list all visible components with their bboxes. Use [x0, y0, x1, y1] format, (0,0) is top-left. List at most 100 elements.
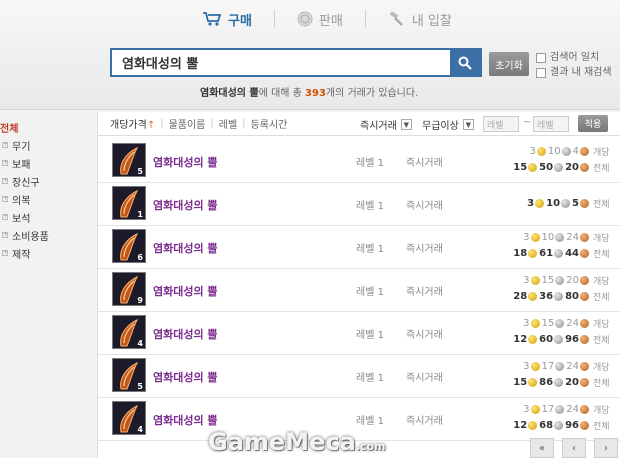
item-level: 레벨 1	[356, 330, 384, 341]
silver-coin-icon	[554, 378, 564, 387]
table-row[interactable]: 6 염화대성의 뿔 레벨 1 즉시거래 3 10 24 개당 18 61 44 전체	[98, 226, 620, 269]
price-value: 20	[565, 377, 579, 388]
item-thumbnail[interactable]: 1	[112, 186, 146, 220]
item-name[interactable]: 염화대성의 뿔	[153, 326, 218, 342]
item-thumbnail[interactable]: 5	[112, 143, 146, 177]
item-level: 레벨 1	[356, 373, 384, 384]
gold-coin-icon	[528, 378, 538, 387]
tab-sell-label: 판매	[318, 13, 343, 29]
gold-coin-icon	[528, 421, 538, 430]
sort-by-name[interactable]: 물품이름	[169, 116, 206, 131]
item-level: 레벨 1	[356, 287, 384, 298]
tab-my-bids[interactable]: 내 입찰	[366, 8, 474, 30]
table-row[interactable]: 1 염화대성의 뿔 레벨 1 즉시거래 3 10 5 전체	[98, 183, 620, 226]
silver-coin-icon	[554, 292, 564, 301]
price-label: 개당	[593, 277, 610, 287]
item-name[interactable]: 염화대성의 뿔	[153, 240, 218, 256]
sidebar-item-consumable[interactable]: + 소비용품	[0, 226, 95, 244]
price-value: 24	[566, 404, 579, 415]
tab-sell[interactable]: 판매	[275, 8, 365, 30]
item-level: 레벨 1	[356, 244, 384, 255]
item-name[interactable]: 염화대성의 뿔	[153, 283, 218, 299]
first-page-button[interactable]: «	[530, 438, 554, 458]
price-value: 3	[523, 232, 530, 243]
bronze-coin-icon	[580, 292, 589, 301]
tab-buy[interactable]: 구매	[180, 8, 274, 30]
total-price: 15 50 20 전체	[513, 161, 611, 174]
sidebar-item-label: 보석	[12, 213, 31, 225]
sort-by-price[interactable]: 개당가격↑	[110, 116, 155, 131]
item-quantity: 5	[137, 167, 143, 176]
bronze-coin-icon	[580, 163, 589, 172]
search-within-checkbox[interactable]: 결과 내 재검색	[536, 65, 612, 80]
table-row[interactable]: 5 염화대성의 뿔 레벨 1 즉시거래 3 17 24 개당 15 86 20 전체	[98, 355, 620, 398]
sidebar-item-gem[interactable]: + 보석	[0, 208, 95, 226]
bronze-coin-icon	[580, 233, 589, 242]
price-value: 17	[541, 404, 555, 415]
sidebar-item-label: 의복	[12, 195, 31, 207]
item-thumbnail[interactable]: 6	[112, 229, 146, 263]
sort-divider: |	[242, 118, 246, 129]
search-button[interactable]	[450, 50, 480, 75]
level-max-input[interactable]: 레벨	[533, 116, 569, 132]
sidebar-item-label: 소비용품	[12, 231, 49, 243]
item-name[interactable]: 염화대성의 뿔	[153, 412, 218, 428]
level-min-input[interactable]: 레벨	[483, 116, 519, 132]
price-value: 86	[539, 377, 554, 388]
sort-by-level[interactable]: 레벨	[219, 116, 237, 131]
item-thumbnail[interactable]: 9	[112, 272, 146, 306]
price-label: 개당	[593, 363, 610, 373]
gold-coin-icon	[528, 292, 538, 301]
sidebar-item-crafting[interactable]: + 제작	[0, 244, 95, 262]
item-name[interactable]: 염화대성의 뿔	[153, 369, 218, 385]
prev-page-button[interactable]: ‹	[562, 438, 586, 458]
price-value: 28	[513, 291, 528, 302]
item-level: 레벨 1	[356, 158, 384, 169]
table-row[interactable]: 4 염화대성의 뿔 레벨 1 즉시거래 3 15 24 개당 12 60 96 전체	[98, 312, 620, 355]
sort-by-time[interactable]: 등록시간	[251, 116, 288, 131]
price-value: 4	[572, 146, 579, 157]
price-value: 10	[541, 232, 555, 243]
trade-type-dropdown[interactable]: 즉시거래 ▼	[360, 117, 412, 132]
sidebar-item-treasure[interactable]: + 보패	[0, 154, 95, 172]
price-value: 3	[523, 404, 530, 415]
price-value: 3	[527, 198, 535, 209]
total-price: 12 68 96 전체	[513, 419, 611, 432]
total-price: 28 36 80 전체	[513, 290, 611, 303]
watermark-text: GameMeca	[208, 428, 356, 456]
exact-match-checkbox[interactable]: 검색어 일치	[536, 50, 612, 65]
total-price: 3 10 5 전체	[527, 197, 611, 210]
silver-coin-icon	[554, 421, 564, 430]
reset-button[interactable]: 초기화	[489, 52, 529, 76]
search-input[interactable]	[112, 50, 452, 75]
item-thumbnail[interactable]: 4	[112, 315, 146, 349]
bronze-coin-icon	[580, 335, 589, 344]
price-value: 15	[541, 318, 555, 329]
sidebar-item-weapon[interactable]: + 무기	[0, 136, 95, 154]
silver-coin-icon	[554, 163, 564, 172]
sidebar-item-clothing[interactable]: + 의복	[0, 190, 95, 208]
item-trade-type: 즉시거래	[406, 158, 443, 169]
total-price: 12 60 96 전체	[513, 333, 611, 346]
trade-tabs: 구매 판매 내 입찰	[180, 8, 474, 30]
next-page-button[interactable]: ›	[594, 438, 618, 458]
item-trade-type: 즉시거래	[406, 330, 443, 341]
sidebar-item-accessory[interactable]: + 장신구	[0, 172, 95, 190]
table-row[interactable]: 5 염화대성의 뿔 레벨 1 즉시거래 3 10 4 개당 15 50 20 전체	[98, 140, 620, 183]
item-name[interactable]: 염화대성의 뿔	[153, 197, 218, 213]
item-thumbnail[interactable]: 5	[112, 358, 146, 392]
total-price: 18 61 44 전체	[513, 247, 611, 260]
item-thumbnail[interactable]: 4	[112, 401, 146, 435]
search-icon	[458, 56, 472, 70]
grade-dropdown[interactable]: 무급이상 ▼	[422, 117, 474, 132]
sidebar-item-all[interactable]: 전체	[0, 118, 95, 136]
item-trade-type: 즉시거래	[406, 373, 443, 384]
item-quantity: 1	[137, 210, 143, 219]
bronze-coin-icon	[580, 276, 589, 285]
apply-button[interactable]: 적용	[578, 115, 608, 132]
table-row[interactable]: 9 염화대성의 뿔 레벨 1 즉시거래 3 15 20 개당 28 36 80 전체	[98, 269, 620, 312]
item-name[interactable]: 염화대성의 뿔	[153, 154, 218, 170]
category-sidebar: 전체 + 무기 + 보패 + 장신구 + 의복 + 보석 + 소비용품 + 제작	[0, 118, 95, 458]
price-value: 96	[565, 420, 579, 431]
price-value: 3	[523, 361, 530, 372]
